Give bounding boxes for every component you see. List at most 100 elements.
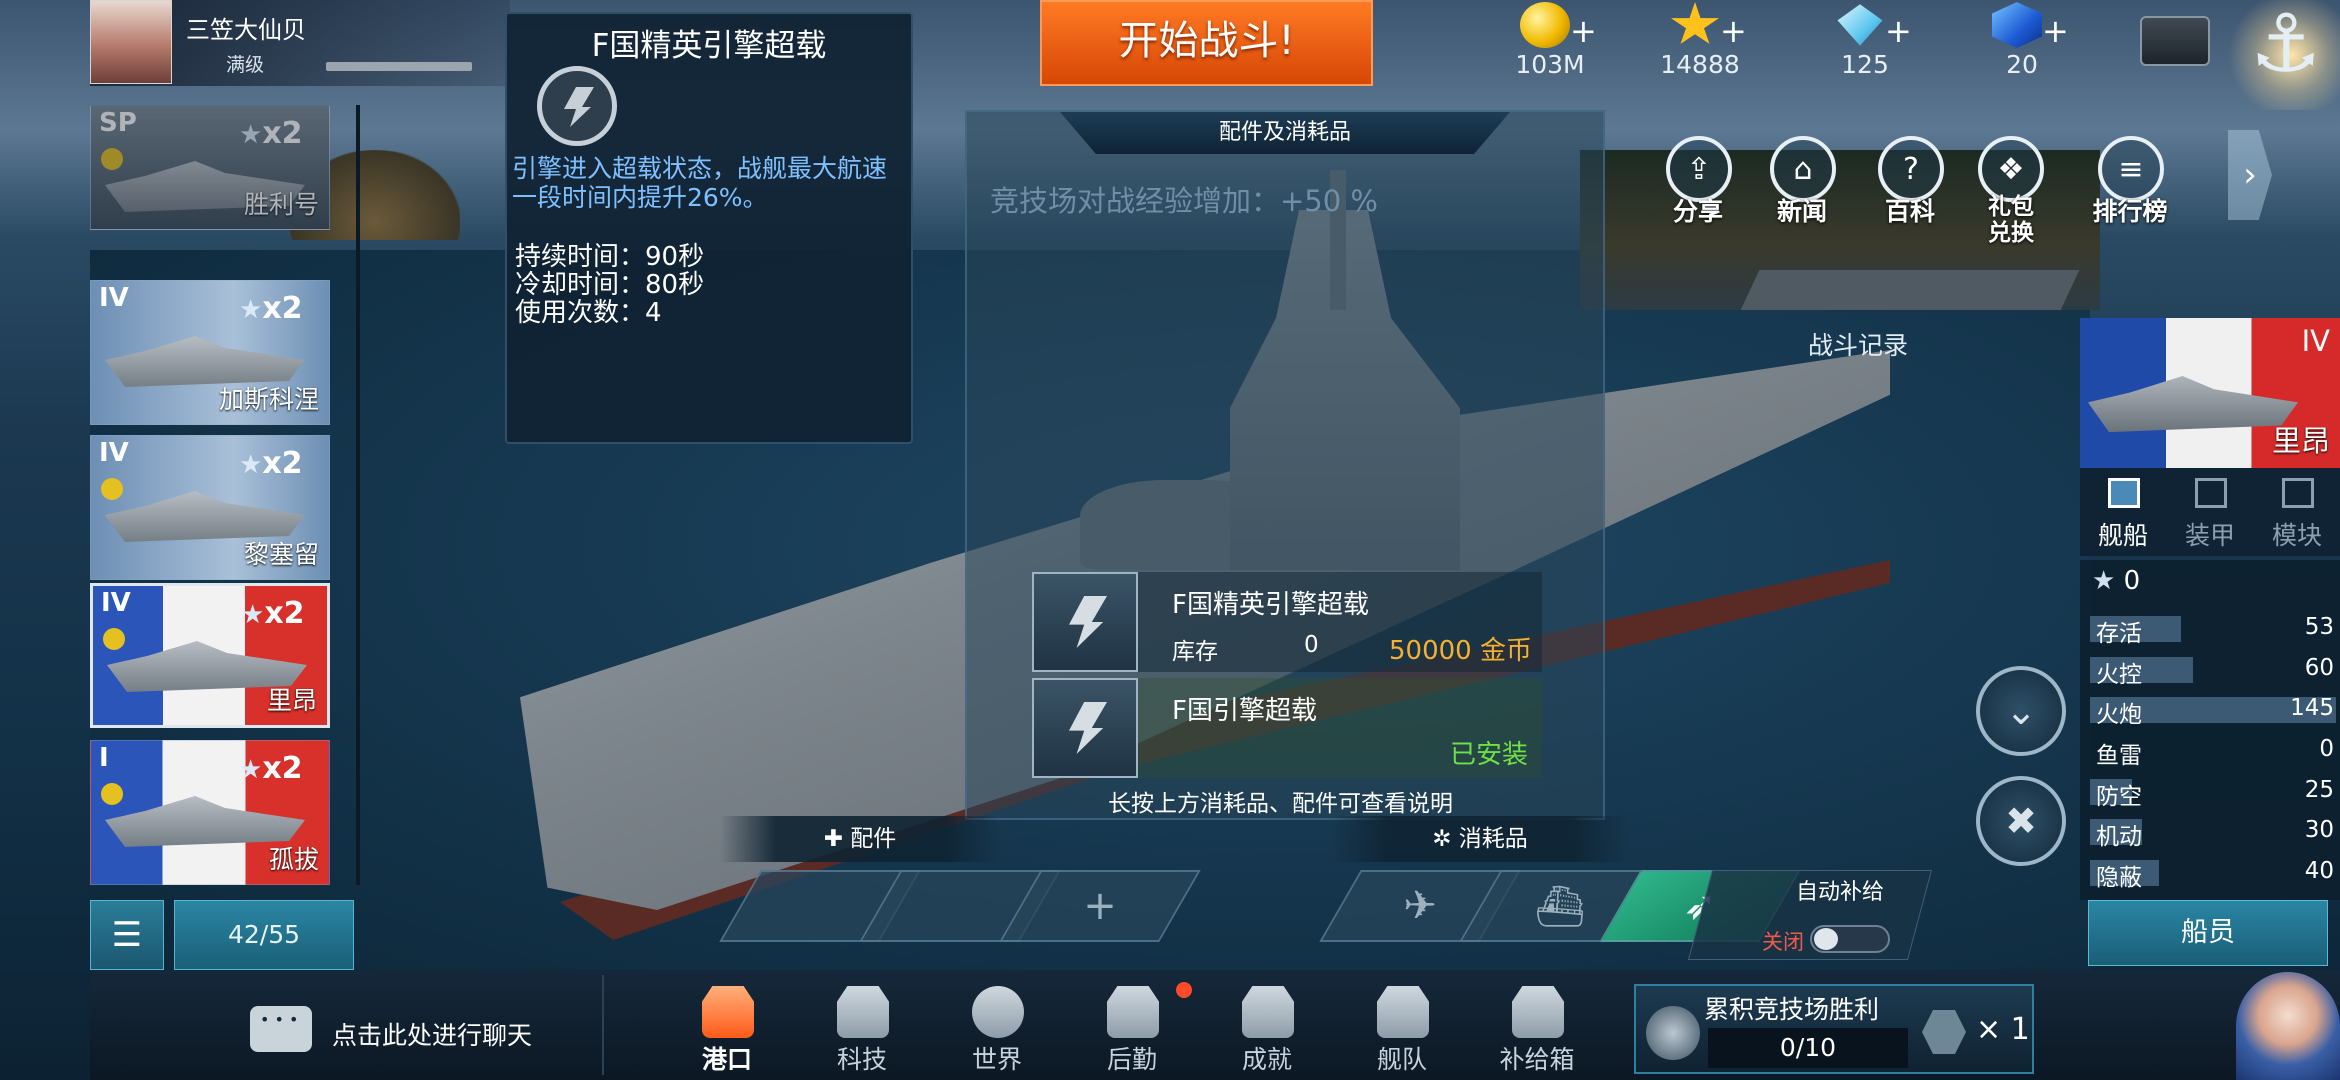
item-price[interactable]: 50000 金币 xyxy=(1389,630,1532,667)
parts-slot-3[interactable]: + xyxy=(999,870,1201,942)
nav-achievements[interactable]: 成就 xyxy=(1212,986,1322,1080)
logistics-icon xyxy=(1107,986,1159,1038)
crew-button[interactable]: 船员 xyxy=(2088,900,2328,966)
gift-redeem-button[interactable]: ❖ 礼包兑换 xyxy=(1966,132,2056,246)
news-button[interactable]: ⌂ 新闻 xyxy=(1752,132,1852,242)
player-name: 三笠大仙贝 xyxy=(186,16,306,44)
ranking-icon: ≡ xyxy=(2098,136,2164,202)
stat-value: 30 xyxy=(2304,817,2334,844)
wiki-button[interactable]: ? 百科 xyxy=(1860,132,1960,242)
repair-button[interactable]: ✖ xyxy=(1976,776,2066,866)
tooltip-description: 引擎进入超载状态，战舰最大航速一段时间内提升26%。 xyxy=(512,154,888,212)
nav-world[interactable]: 世界 xyxy=(942,986,1052,1080)
ship-card-victory[interactable]: SP ★x2 胜利号 xyxy=(90,105,330,230)
ship-card-gascogne[interactable]: IV ★x2 加斯科涅 xyxy=(90,280,330,425)
ship-name: 里昂 xyxy=(2271,424,2330,458)
nav-fleet[interactable]: 舰队 xyxy=(1347,986,1457,1080)
ship-stars: ★x2 xyxy=(239,446,303,481)
tab-armor-label: 装甲 xyxy=(2184,521,2235,550)
ship-tabs: 舰船 装甲 模块 xyxy=(2080,468,2340,556)
achievement-icon xyxy=(1242,986,1294,1038)
assistant-character-avatar[interactable] xyxy=(2236,972,2340,1080)
diamond-value: 125 xyxy=(1841,50,1889,79)
ship-card-lyon[interactable]: IV ★x2 里昂 xyxy=(90,583,330,728)
ship-list-scrollbar[interactable] xyxy=(356,105,360,885)
tab-module[interactable]: 模块 xyxy=(2254,468,2340,556)
ship-name: 孤拔 xyxy=(268,845,319,874)
stat-label: 火炮 xyxy=(2096,702,2142,729)
auto-supply-toggle[interactable] xyxy=(1810,925,1890,953)
add-gold-icon[interactable]: + xyxy=(1570,12,1597,50)
ship-card-richelieu[interactable]: IV ★x2 黎塞留 xyxy=(90,435,330,580)
diamond-resource[interactable]: + 125 xyxy=(1795,0,1935,86)
ship-tier: IV xyxy=(99,283,129,313)
ship-name: 加斯科涅 xyxy=(218,385,319,414)
gold-resource[interactable]: + 103M xyxy=(1480,0,1620,86)
engine-boost-icon[interactable] xyxy=(1032,572,1138,672)
player-avatar[interactable] xyxy=(90,0,172,84)
gift-icon: ❖ xyxy=(1978,136,2044,202)
ship-count: 42/55 xyxy=(174,900,354,970)
chevron-badge-icon: ⌄ xyxy=(2005,689,2037,733)
cube-resource[interactable]: + 20 xyxy=(1952,0,2092,86)
start-battle-button[interactable]: 开始战斗! xyxy=(1040,0,1373,86)
reward-hex-icon xyxy=(1922,1010,1966,1054)
share-button[interactable]: ⇪ 分享 xyxy=(1648,132,1748,242)
medal-icon xyxy=(103,628,125,650)
ranking-button[interactable]: ≡ 排行榜 xyxy=(2080,132,2180,242)
divider xyxy=(602,975,604,1075)
nav-port-label: 港口 xyxy=(701,1045,752,1074)
ship-tier: IV xyxy=(99,438,129,468)
game-screen: 三笠大仙贝 满级 开始战斗! + 103M + 14888 + 125 + 20… xyxy=(0,0,2340,1080)
ship-card-courbet[interactable]: I ★x2 孤拔 xyxy=(90,740,330,885)
stat-row-6: 隐蔽 40 xyxy=(2090,858,2336,891)
nav-tech-label: 科技 xyxy=(836,1045,887,1074)
star-resource[interactable]: + 14888 xyxy=(1630,0,1770,86)
treasure-chest-icon[interactable] xyxy=(2140,16,2210,66)
expand-arrow-icon[interactable]: › xyxy=(2228,130,2272,220)
ship-tier: IV xyxy=(101,588,131,618)
list-view-button[interactable]: ☰ xyxy=(90,900,164,970)
player-level: 满级 xyxy=(226,54,265,76)
consumable-elite-engine-boost[interactable]: F国精英引擎超载 库存 0 50000 金币 xyxy=(1032,572,1542,672)
battle-log-link[interactable]: 战斗记录 xyxy=(1808,326,1908,362)
add-diamond-icon[interactable]: + xyxy=(1885,12,1912,50)
tab-armor[interactable]: 装甲 xyxy=(2167,468,2253,556)
chat-icon[interactable] xyxy=(250,1006,312,1052)
gold-coin-icon xyxy=(1520,2,1570,48)
ship-list[interactable]: SP ★x2 胜利号 IV ★x2 加斯科涅 IV ★x2 黎塞留 IV ★x2… xyxy=(90,105,360,885)
star-icon: ★ xyxy=(2092,566,2124,596)
item-tooltip: F国精英引擎超载 引擎进入超载状态，战舰最大航速一段时间内提升26%。 持续时间… xyxy=(505,12,913,444)
wrench-hammer-icon: ✖ xyxy=(2005,799,2037,843)
medal-button[interactable]: ⌄ xyxy=(1976,666,2066,756)
item-name: F国引擎超载 xyxy=(1172,696,1317,726)
chat-prompt[interactable]: 点击此处进行聊天 xyxy=(332,1016,532,1052)
ship-name: 黎塞留 xyxy=(243,540,319,569)
selected-ship-card[interactable]: IV 里昂 xyxy=(2080,318,2340,468)
nav-supply-box[interactable]: 补给箱 xyxy=(1482,986,1592,1080)
port-icon xyxy=(702,986,754,1038)
add-cube-icon[interactable]: + xyxy=(2042,12,2069,50)
stock-value: 0 xyxy=(1304,632,1319,658)
nav-port[interactable]: 港口 xyxy=(672,986,782,1080)
nav-logistics[interactable]: 后勤 xyxy=(1077,986,1187,1080)
anchor-icon[interactable]: ⚓ xyxy=(2250,4,2322,84)
stat-row-3: 鱼雷 0 xyxy=(2090,736,2336,769)
add-icon: + xyxy=(1083,883,1117,929)
nav-world-label: 世界 xyxy=(971,1045,1022,1074)
ship-thumbnail xyxy=(2088,376,2298,433)
ship-icon xyxy=(2108,478,2140,508)
supply-box-icon xyxy=(1512,986,1564,1038)
engine-boost-icon[interactable] xyxy=(1032,678,1138,778)
nav-tech[interactable]: 科技 xyxy=(807,986,917,1080)
stock-label: 库存 xyxy=(1172,639,1218,665)
gift-label: 礼包兑换 xyxy=(1988,194,2034,246)
wiki-label: 百科 xyxy=(1884,197,1935,226)
ship-tier: IV xyxy=(2301,324,2330,358)
tab-ship[interactable]: 舰船 xyxy=(2080,468,2166,556)
add-star-icon[interactable]: + xyxy=(1720,12,1747,50)
consumable-engine-boost[interactable]: F国引擎超载 已安装 xyxy=(1032,678,1542,778)
parts-header: ✚ 配件 xyxy=(720,816,1000,862)
medal-icon xyxy=(101,783,123,805)
arena-wins-panel[interactable]: 累积竞技场胜利 0/10 × 1 xyxy=(1634,984,2034,1074)
